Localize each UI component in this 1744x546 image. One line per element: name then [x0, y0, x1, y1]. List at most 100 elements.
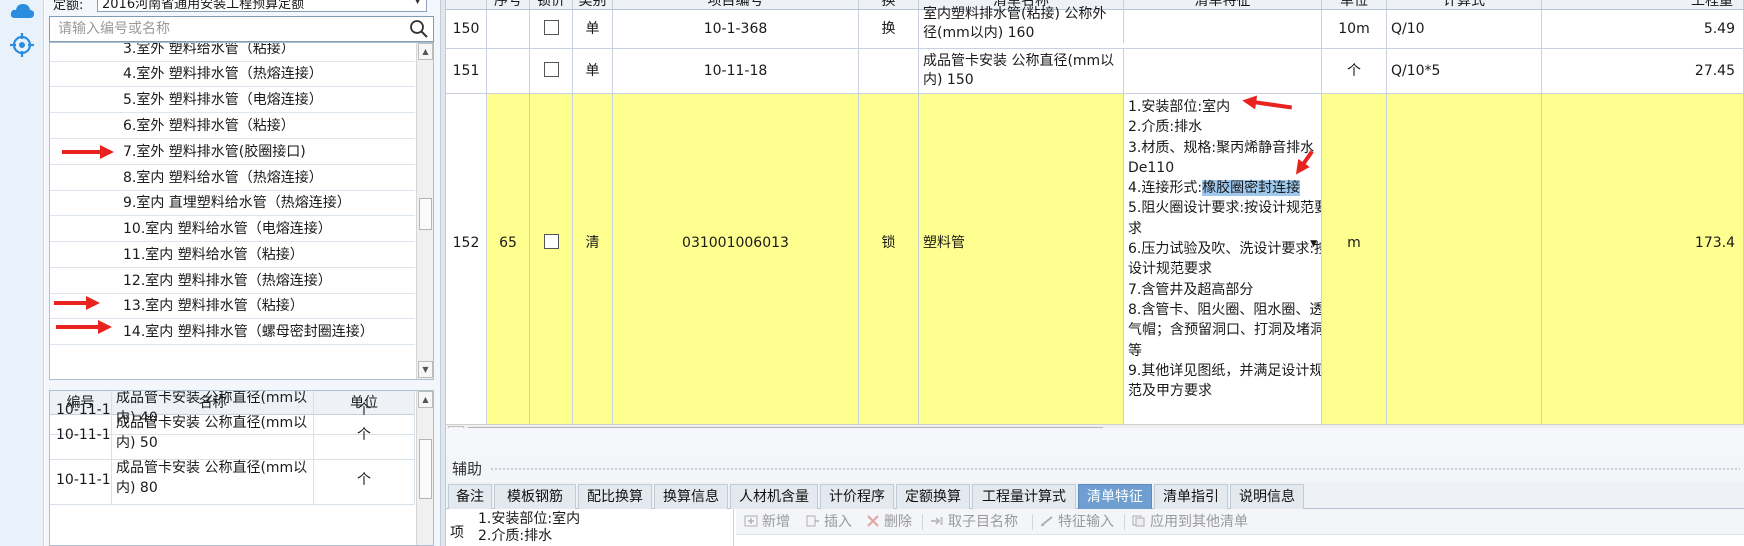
cell-lock-price	[530, 10, 573, 48]
cell-seq	[487, 10, 530, 48]
scroll-left-icon[interactable]: ◀	[448, 426, 464, 428]
take-subitem-name-button[interactable]: 取子目名称	[930, 513, 1018, 531]
tree-item[interactable]: 3.室外 塑料给水管（粘接）	[50, 43, 415, 62]
tree-item[interactable]: 11.室内 塑料给水管（粘接）	[50, 242, 415, 268]
column-header[interactable]: 换	[859, 0, 919, 9]
quota-select[interactable]: 2016河南省通用安装工程预算定额 ▼	[97, 0, 427, 12]
tree-item[interactable]: 8.室内 塑料给水管（热熔连接）	[50, 165, 415, 191]
scroll-up-icon[interactable]: ▲	[418, 391, 433, 408]
bill-grid: 序号 锁价 类别 项目编号 换 清单名称 清单特征 单位 计算式 工程量 150…	[446, 0, 1744, 428]
feature-input-button[interactable]: 特征输入	[1040, 513, 1114, 531]
tree-item[interactable]: 6.室外 塑料排水管（粘接）	[50, 113, 415, 139]
cell-name: 塑料管	[919, 94, 1124, 424]
tab-quota-conversion[interactable]: 定额换算	[896, 484, 970, 509]
column-header[interactable]: 锁价	[530, 0, 573, 9]
table-row[interactable]: 150 单 10-1-368 换 室内塑料排水管(粘接) 公称外径(mm以内) …	[446, 5, 1744, 49]
table-row[interactable]: 10-11-15 成品管卡安装 公称直径(mm以内) 80 个	[50, 455, 415, 505]
tab-mix-conversion[interactable]: 配比换算	[578, 484, 652, 509]
delete-button[interactable]: 删除	[866, 513, 912, 531]
feature-line: De110	[1128, 159, 1175, 176]
column-header[interactable]: 计算式	[1387, 0, 1542, 9]
quota-browser-panel: 定额: 2016河南省通用安装工程预算定额 ▼ 3.室外 塑料给水管（粘接） 4…	[45, 0, 440, 546]
tree-item[interactable]: 4.室外 塑料排水管（热熔连接）	[50, 61, 415, 87]
cell-unit: m	[1322, 94, 1387, 424]
aux-panel-header: 辅助	[446, 457, 1744, 481]
grid-scrollbar[interactable]: ▲	[416, 391, 433, 545]
lock-price-checkbox[interactable]	[543, 19, 559, 35]
tree-item[interactable]: 9.室内 直埋塑料给水管（热熔连接）	[50, 190, 415, 216]
feature-line: 6.压力试验及吹、洗设计要求:按	[1128, 241, 1322, 258]
cell-feature	[1124, 10, 1322, 48]
tab-conversion-info[interactable]: 换算信息	[654, 484, 728, 509]
tab-quantity-formula[interactable]: 工程量计算式	[972, 484, 1076, 509]
table-row[interactable]: 151 单 10-11-18 成品管卡安装 公称直径(mm以内) 150 个 Q…	[446, 49, 1744, 94]
aux-content: 项 1.安装部位:室内 2.介质:排水 新增 插入 删除 取子目名称 特征输入	[446, 509, 1744, 546]
drag-grip[interactable]	[490, 467, 1740, 471]
add-button[interactable]: 新增	[744, 513, 790, 531]
cell-quantity: 173.4	[1542, 94, 1744, 424]
column-header[interactable]: 单位	[1322, 0, 1387, 9]
insert-icon	[806, 515, 819, 527]
take-subitem-name-label: 取子目名称	[948, 514, 1018, 530]
bill-editor: 序号 锁价 类别 项目编号 换 清单名称 清单特征 单位 计算式 工程量 150…	[446, 0, 1744, 546]
cell-name: 成品管卡安装 公称直径(mm以内) 80	[112, 455, 314, 505]
tree-item[interactable]: 12.室内 塑料排水管（热熔连接）	[50, 268, 415, 294]
scroll-thumb[interactable]	[419, 439, 432, 499]
tab-pricing-procedure[interactable]: 计价程序	[820, 484, 894, 509]
toolbar-separator	[1032, 514, 1033, 530]
column-header[interactable]: 清单特征	[1124, 0, 1322, 9]
lock-price-checkbox[interactable]	[543, 233, 559, 249]
lock-price-checkbox[interactable]	[543, 61, 559, 77]
scroll-up-icon[interactable]: ▲	[418, 43, 433, 60]
tab-bill-features[interactable]: 清单特征	[1078, 484, 1152, 509]
search-input[interactable]	[50, 17, 405, 41]
column-header[interactable]: 类别	[573, 0, 613, 9]
cell-code: 10-11-14	[50, 410, 112, 460]
cell-type: 清	[573, 94, 613, 424]
tab-formwork-rebar[interactable]: 模板钢筋	[494, 484, 576, 509]
insert-button[interactable]: 插入	[806, 513, 852, 531]
tab-bill-guide[interactable]: 清单指引	[1154, 484, 1228, 509]
add-label: 新增	[762, 514, 790, 530]
crosshair-icon[interactable]	[9, 32, 35, 58]
tab-notes[interactable]: 备注	[448, 484, 492, 509]
cloud-icon[interactable]	[9, 0, 35, 26]
feature-line: 4.连接形式:	[1128, 180, 1203, 197]
chevron-down-icon[interactable]: ▼	[414, 0, 421, 6]
table-row[interactable]: 10-11-14 成品管卡安装 公称直径(mm以内) 50 个	[50, 410, 415, 460]
column-header[interactable]: 工程量	[1542, 0, 1744, 9]
feature-line: 范及甲方要求	[1128, 383, 1212, 400]
cell-feature-editor[interactable]: 1.安装部位:室内 2.介质:排水 3.材质、规格:聚丙烯静音排水 De110 …	[1124, 94, 1322, 424]
column-header[interactable]: 序号	[487, 0, 530, 9]
cell-type: 单	[573, 10, 613, 48]
search-icon[interactable]	[409, 19, 429, 39]
tree-item[interactable]: 10.室内 塑料给水管（电熔连接）	[50, 216, 415, 242]
feature-text[interactable]: 1.安装部位:室内 2.介质:排水 3.材质、规格:聚丙烯静音排水 De110 …	[1124, 94, 1321, 404]
cell-row-number: 152	[446, 94, 487, 424]
cell-seq	[487, 49, 530, 93]
tree-item[interactable]: 13.室内 塑料排水管（粘接）	[50, 293, 415, 319]
dropdown-arrow-icon[interactable]: ▼	[1310, 239, 1317, 249]
insert-label: 插入	[824, 514, 852, 530]
feature-preview-text[interactable]: 1.安装部位:室内 2.介质:排水	[478, 511, 580, 545]
scroll-down-icon[interactable]: ▼	[418, 361, 433, 378]
grid-horizontal-scrollbar[interactable]: ◀	[446, 424, 1744, 428]
column-header[interactable]	[446, 0, 487, 9]
feature-toolbar: 新增 插入 删除 取子目名称 特征输入 应用到其他清单	[736, 509, 1744, 535]
aux-tab-bar: 备注 模板钢筋 配比换算 换算信息 人材机含量 计价程序 定额换算 工程量计算式…	[446, 482, 1744, 509]
table-row-selected[interactable]: 152 65 清 031001006013 锁 塑料管 1.安装部位:室内 2.…	[446, 94, 1744, 425]
feature-line: 气帽；含预留洞口、打洞及堵洞	[1128, 322, 1322, 339]
quota-item-grid: 编号 名称 单位 10-11-13 成品管卡安装 公称直径(mm以内) 40 个…	[49, 390, 434, 546]
scroll-thumb[interactable]	[468, 427, 1103, 428]
add-icon	[744, 515, 758, 527]
tree-item[interactable]: 5.室外 塑料排水管（电熔连接）	[50, 87, 415, 113]
cell-lock-price	[530, 94, 573, 424]
tab-resource-content[interactable]: 人材机含量	[730, 484, 818, 509]
scroll-thumb[interactable]	[419, 198, 432, 230]
feature-line: 8.含管卡、阻火圈、阻水圈、透	[1128, 301, 1322, 318]
column-header[interactable]: 项目编号	[613, 0, 859, 9]
apply-to-other-bills-button[interactable]: 应用到其他清单	[1132, 513, 1248, 531]
tab-description[interactable]: 说明信息	[1230, 484, 1304, 509]
tree-scrollbar[interactable]: ▲ ▼	[416, 43, 433, 379]
item-label: 项	[450, 525, 464, 541]
